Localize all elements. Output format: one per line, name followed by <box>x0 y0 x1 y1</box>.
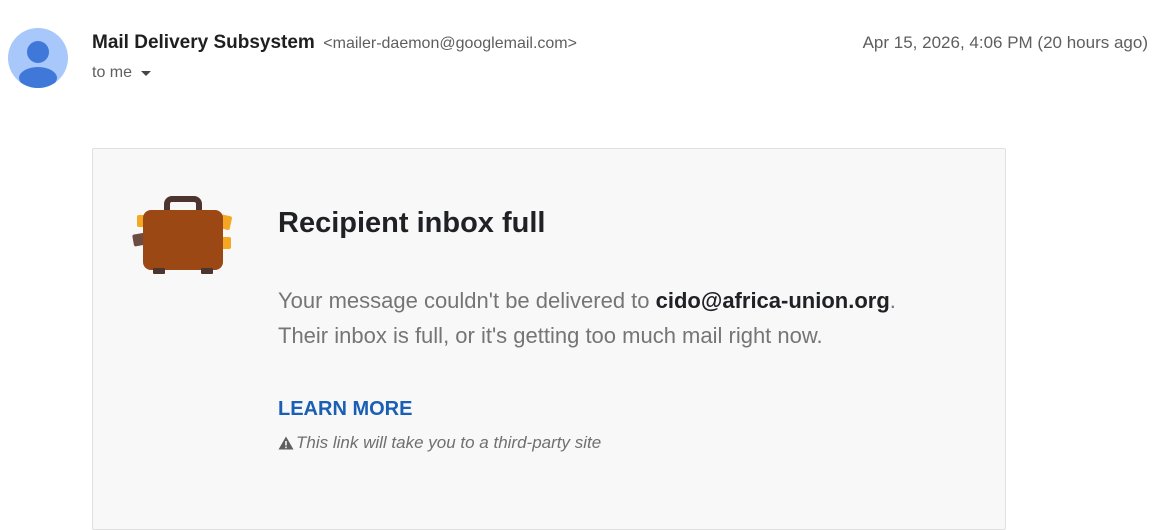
recipient-label: to me <box>92 64 133 81</box>
notice-body-line2: Their inbox is full, or it's getting too… <box>278 323 823 348</box>
sender-name[interactable]: Mail Delivery Subsystem <box>92 32 315 53</box>
notice-body-line1: Your message couldn't be delivered to ci… <box>278 283 896 318</box>
briefcase-icon <box>132 196 232 274</box>
recipient-details-toggle[interactable]: to me <box>92 62 152 84</box>
notice-body-prefix: Your message couldn't be delivered to <box>278 288 656 313</box>
notice-body-suffix: . <box>889 288 896 313</box>
person-icon <box>8 28 68 88</box>
notice-body: Your message couldn't be delivered to ci… <box>278 283 896 353</box>
third-party-note-text: This link will take you to a third-party… <box>296 433 602 452</box>
learn-more-link[interactable]: LEARN MORE <box>278 396 412 422</box>
bounce-notice-card: Recipient inbox full Your message couldn… <box>92 148 1006 530</box>
sender-email: <mailer-daemon@googlemail.com> <box>323 35 577 52</box>
sender-line: Mail Delivery Subsystem <mailer-daemon@g… <box>92 31 577 56</box>
warning-triangle-icon <box>278 436 294 450</box>
notice-title: Recipient inbox full <box>278 207 546 239</box>
caret-down-icon <box>141 71 152 76</box>
third-party-note: This link will take you to a third-party… <box>278 432 601 454</box>
sender-avatar[interactable] <box>8 28 68 88</box>
message-date: Apr 15, 2026, 4:06 PM (20 hours ago) <box>862 33 1148 52</box>
recipient-address: cido@africa-union.org <box>655 288 890 313</box>
